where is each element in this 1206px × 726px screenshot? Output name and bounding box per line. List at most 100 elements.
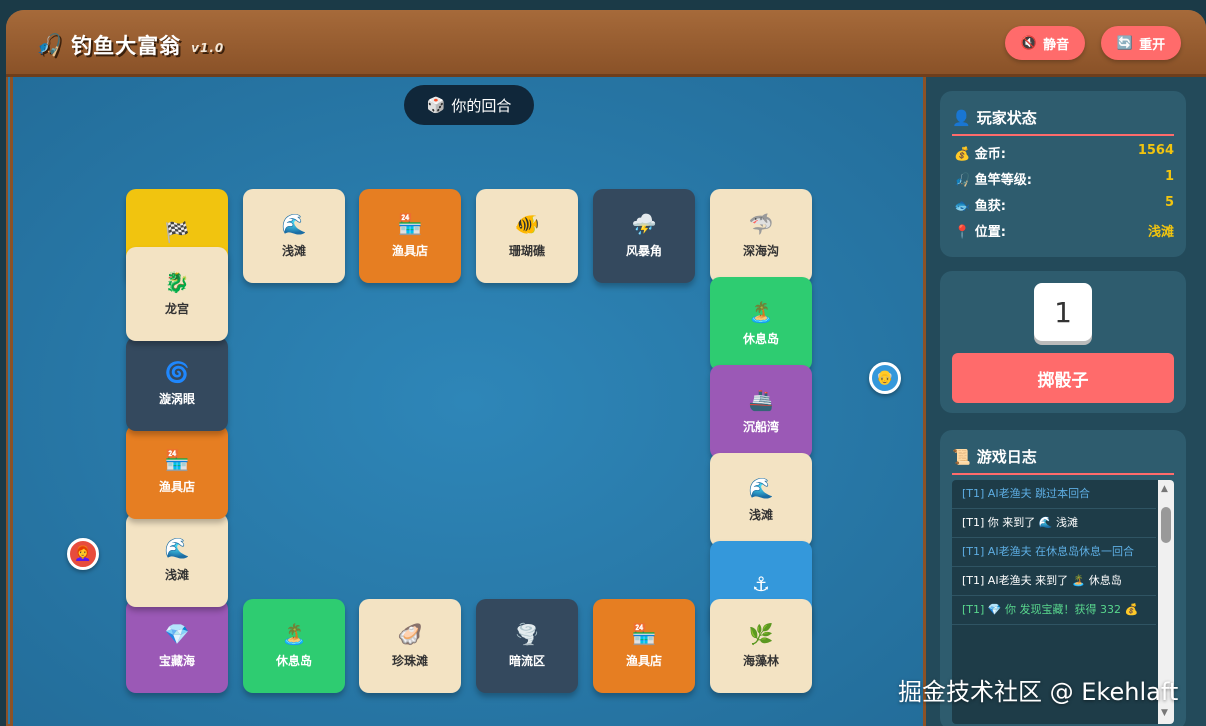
log-entry: [T1] AI老渔夫 在休息岛休息一回合 (952, 538, 1156, 567)
board-tile: 🏝️ 休息岛 (243, 599, 345, 693)
tile-icon: 🌊 (281, 211, 307, 236)
tile-label: 风暴角 (625, 243, 662, 258)
stat-label: 位置: (974, 225, 1006, 240)
mute-label: 静音 (1043, 37, 1070, 53)
stat-value: 5 (1164, 195, 1174, 210)
tile-icon: 🐠 (514, 211, 540, 236)
stat-label: 鱼获: (974, 199, 1006, 214)
header-bar: 🎣 钓鱼大富翁 v1.0 🔇 静音 🔄 重开 (6, 10, 1206, 77)
tile-icon: 🦪 (397, 621, 423, 646)
tile-icon: 🦈 (748, 211, 774, 236)
ai-avatar-icon: 👴 (876, 370, 894, 386)
tile-label: 龙宫 (164, 301, 189, 316)
dice-panel: 1 掷骰子 (940, 271, 1186, 413)
tile-icon: 🏝️ (748, 299, 774, 324)
player-status-panel: 👤 玩家状态 💰 金币: 1564 🎣 鱼竿等级: 1 🐟 鱼获: 5 📍 位置… (940, 91, 1186, 257)
tile-label: 宝藏海 (158, 653, 195, 668)
player-avatar-icon: 👩‍🦰 (74, 546, 92, 562)
tile-icon: 🌪️ (514, 621, 540, 646)
tile-label: 沉船湾 (742, 419, 779, 434)
player-token: 👩‍🦰 (67, 538, 99, 570)
tile-icon: 🚢 (748, 387, 774, 412)
board-tile: 🦪 珍珠滩 (359, 599, 461, 693)
title-text: 钓鱼大富翁 (71, 34, 182, 58)
stat-label: 鱼竿等级: (974, 173, 1032, 188)
board-tile: ⛈️ 风暴角 (593, 189, 695, 283)
mute-icon: 🔇 (1020, 35, 1038, 51)
board-tile: 🚢 沉船湾 (710, 365, 812, 459)
tile-icon: 🏁 (164, 220, 190, 244)
status-title-text: 玩家状态 (976, 109, 1037, 127)
version-label: v1.0 (191, 41, 225, 55)
tile-icon: 🐉 (164, 269, 190, 294)
tile-label: 浅滩 (748, 507, 773, 522)
board-tile: 🐉 龙宫 (126, 247, 228, 341)
tile-icon: 🌊 (164, 535, 190, 560)
log-title-text: 游戏日志 (976, 448, 1037, 466)
tile-icon: 💎 (164, 621, 190, 646)
board-tile: 🌊 浅滩 (126, 513, 228, 607)
sidebar: 👤 玩家状态 💰 金币: 1564 🎣 鱼竿等级: 1 🐟 鱼获: 5 📍 位置… (923, 77, 1206, 726)
scroll-up-icon[interactable]: ▲ (1161, 484, 1168, 494)
person-icon: 👤 (952, 108, 971, 127)
board-tile: 🦈 深海沟 (710, 189, 812, 283)
pin-icon: 📍 (954, 225, 971, 240)
board-tile: 🌪️ 暗流区 (476, 599, 578, 693)
log-entry: [T1] AI老渔夫 跳过本回合 (952, 480, 1156, 509)
tile-label: 浅滩 (164, 567, 189, 582)
tile-icon: 🌀 (164, 359, 190, 384)
log-title: 📜 游戏日志 (952, 446, 1174, 475)
stat-position: 📍 位置: 浅滩 (954, 221, 1174, 240)
log-entry: [T1] 💎 你 发现宝藏！获得 332 💰 (952, 596, 1156, 625)
turn-indicator: 🎲 你的回合 (404, 85, 534, 125)
board-tile: 🏪 渔具店 (359, 189, 461, 283)
fishing-rod-icon: 🎣 (36, 32, 64, 57)
game-window: 🎣 钓鱼大富翁 v1.0 🔇 静音 🔄 重开 🎲 你的回合 🏁 🌊 浅滩 🏪 渔具店 🐠 珊… (6, 10, 1206, 726)
board-tile: 🏪 渔具店 (126, 425, 228, 519)
tile-label: 休息岛 (275, 653, 312, 668)
board-tile: 🏝️ 休息岛 (710, 277, 812, 371)
dice-face: 1 (1034, 283, 1092, 341)
tile-label: 珍珠滩 (391, 653, 428, 668)
tile-label: 海藻林 (742, 653, 779, 668)
board-tile: 🌀 漩涡眼 (126, 337, 228, 431)
tile-label: 暗流区 (508, 653, 545, 668)
stat-coins: 💰 金币: 1564 (954, 143, 1174, 162)
tile-icon: 🏪 (397, 211, 423, 236)
tile-icon: 🏝️ (281, 621, 307, 646)
turn-label: 你的回合 (451, 96, 512, 115)
game-title: 🎣 钓鱼大富翁 v1.0 (36, 30, 224, 60)
scroll-icon: 📜 (952, 447, 971, 466)
tile-icon: ⛈️ (631, 211, 657, 236)
ai-token: 👴 (869, 362, 901, 394)
board-tile: 🌊 浅滩 (710, 453, 812, 547)
scroll-down-icon[interactable]: ▼ (1161, 708, 1168, 718)
status-title: 👤 玩家状态 (952, 107, 1174, 136)
board-tile: 🏪 渔具店 (593, 599, 695, 693)
board-tile: 🌊 浅滩 (243, 189, 345, 283)
scroll-thumb[interactable] (1161, 507, 1171, 543)
board-tile: 🐠 珊瑚礁 (476, 189, 578, 283)
tile-label: 深海沟 (742, 243, 779, 258)
restart-button[interactable]: 🔄 重开 (1101, 26, 1181, 60)
stat-value: 1 (1164, 169, 1174, 184)
board-tile: 🌿 海藻林 (710, 599, 812, 693)
tile-icon: 🌊 (748, 475, 774, 500)
tile-icon: 🌿 (748, 621, 774, 646)
stat-value: 1564 (1137, 143, 1174, 158)
stat-catch: 🐟 鱼获: 5 (954, 195, 1174, 214)
stat-label: 金币: (974, 147, 1006, 162)
roll-dice-button[interactable]: 掷骰子 (952, 353, 1174, 403)
tile-label: 休息岛 (742, 331, 779, 346)
stat-rod-level: 🎣 鱼竿等级: 1 (954, 169, 1174, 188)
tile-label: 渔具店 (158, 479, 195, 494)
tile-icon: ⚓ (752, 572, 770, 596)
tile-icon: 🏪 (631, 621, 657, 646)
tile-label: 浅滩 (281, 243, 306, 258)
mute-button[interactable]: 🔇 静音 (1005, 26, 1085, 60)
stat-value: 浅滩 (1147, 225, 1174, 240)
restart-icon: 🔄 (1116, 35, 1134, 51)
restart-label: 重开 (1139, 37, 1166, 53)
board-tile: 💎 宝藏海 (126, 599, 228, 693)
log-entry: [T1] 你 来到了 🌊 浅滩 (952, 509, 1156, 538)
